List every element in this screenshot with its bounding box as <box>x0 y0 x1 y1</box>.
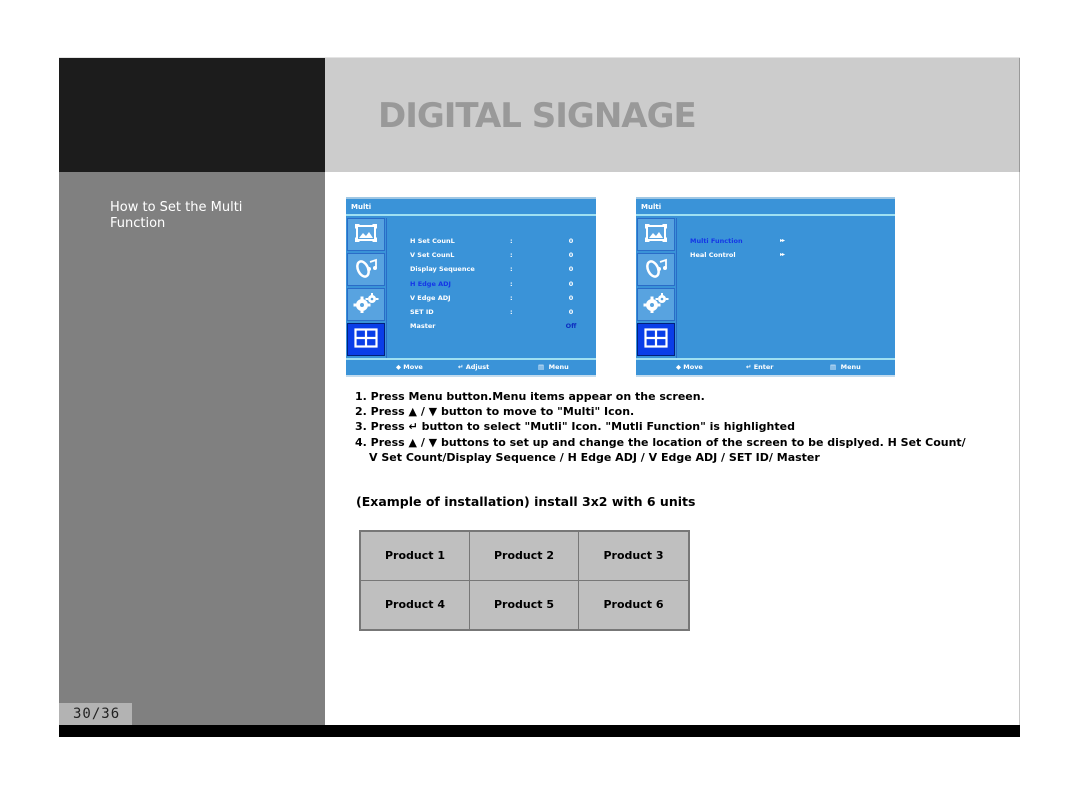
instructions-list: 1. Press Menu button.Menu items appear o… <box>355 389 966 465</box>
osd-item-label: SET ID <box>410 307 434 316</box>
submenu-arrow-icon: ▸▸ <box>780 251 785 259</box>
setup-gears-icon <box>643 292 669 317</box>
picture-icon <box>355 223 377 246</box>
instruction-step: 2. Press ▲ / ▼ button to move to "Multi"… <box>355 405 635 419</box>
osd-menu-item[interactable]: Master Off <box>410 319 586 333</box>
osd-header: Multi <box>636 199 895 216</box>
osd-item-separator: : <box>510 293 513 302</box>
sound-icon <box>644 258 668 282</box>
osd-menu-item[interactable]: V Set CounL: 0 <box>410 248 586 262</box>
move-hint: ◆ Move <box>396 363 423 371</box>
osd-multi-function: Multi Multi Function ▸▸ Heal Control ▸▸ ◆ M… <box>636 197 895 377</box>
bottom-bar <box>59 725 1020 737</box>
osd-menu-item[interactable]: SET ID: 0 <box>410 305 586 319</box>
osd-tab-sound[interactable] <box>347 253 385 286</box>
move-hint: ◆ Move <box>676 363 703 371</box>
osd-menu-item[interactable]: Display Sequence: 0 <box>410 262 586 276</box>
osd-icon-column <box>346 218 386 358</box>
osd-item-separator: : <box>510 237 513 245</box>
page-title: DIGITAL SIGNAGE <box>378 96 697 136</box>
product-cell: Product 3 <box>579 532 688 581</box>
osd-item-separator: : <box>510 307 513 316</box>
example-title: (Example of installation) install 3x2 wi… <box>356 494 696 509</box>
osd-item-label: V Set CounL <box>410 251 455 260</box>
product-cell: Product 5 <box>470 580 579 629</box>
osd-menu-item[interactable]: Multi Function ▸▸ <box>690 234 885 248</box>
osd-divider <box>676 218 677 359</box>
instruction-step: 1. Press Menu button.Menu items appear o… <box>355 390 705 403</box>
page-number: 30/36 <box>59 703 132 726</box>
osd-item-value: 0 <box>568 293 574 302</box>
osd-menu-rows: Multi Function ▸▸ Heal Control ▸▸ <box>690 234 885 262</box>
osd-item-label: Master <box>410 322 436 331</box>
osd-divider <box>386 218 387 359</box>
osd-item-value: 0 <box>568 237 574 245</box>
osd-tab-picture[interactable] <box>637 218 675 251</box>
osd-item-label: Display Sequence <box>410 265 475 274</box>
osd-item-value: Off <box>565 322 577 331</box>
osd-item-value: 0 <box>568 307 574 316</box>
osd-multi-settings: Multi H Set CounL:0 V Set CounL:0 Display … <box>346 197 596 377</box>
osd-item-label: Multi Function <box>690 237 743 245</box>
product-cell: Product 1 <box>361 532 470 581</box>
osd-tab-multi-grid[interactable] <box>347 323 385 356</box>
adjust-hint: ↵ Adjust <box>458 363 490 371</box>
osd-header: Multi <box>346 199 596 216</box>
picture-icon <box>645 223 667 246</box>
osd-footer: ◆ Move ↵ Adjust ▤ Menu <box>346 358 596 375</box>
sound-icon <box>354 258 378 282</box>
multi-grid-icon <box>354 327 378 352</box>
osd-item-value: 0 <box>568 251 574 260</box>
osd-item-separator: : <box>510 279 513 288</box>
osd-menu-item[interactable]: H Edge ADJ: 0 <box>410 277 586 291</box>
osd-menu-item[interactable]: Heal Control ▸▸ <box>690 248 885 262</box>
osd-footer: ◆ Move ↵ Enter ▤ Menu <box>636 358 895 375</box>
enter-hint: ↵ Enter <box>746 363 774 371</box>
osd-item-value: 0 <box>568 279 574 288</box>
product-grid: Product 1 Product 2 Product 3 Product 4 … <box>359 530 690 631</box>
submenu-arrow-icon: ▸▸ <box>780 237 785 244</box>
header-band: DIGITAL SIGNAGE <box>325 58 1020 172</box>
osd-item-separator: : <box>510 265 513 274</box>
sidebar: How to Set the Multi Function 30/36 <box>59 172 325 726</box>
instruction-step: 4. Press ▲ / ▼ buttons to set up and cha… <box>355 435 966 449</box>
osd-menu-item[interactable]: H Set CounL: 0 <box>410 234 586 248</box>
setup-gears-icon <box>353 292 379 317</box>
osd-tab-sound[interactable] <box>637 253 675 286</box>
osd-icon-column <box>636 218 676 358</box>
product-cell: Product 6 <box>603 598 664 612</box>
product-cell: Product 2 <box>470 532 579 581</box>
osd-item-label: Heal Control <box>690 251 736 260</box>
corner-black-block <box>59 58 325 172</box>
osd-item-label: H Edge ADJ <box>410 279 451 288</box>
osd-tab-setup-gears[interactable] <box>347 288 385 321</box>
right-edge-line <box>1019 172 1020 725</box>
menu-hint: ▤ Menu <box>830 363 861 371</box>
osd-item-separator: : <box>510 251 513 260</box>
section-title: How to Set the Multi Function <box>110 200 243 231</box>
instruction-step-continued: V Set Count/Display Sequence / H Edge AD… <box>369 450 820 464</box>
osd-menu-rows: H Set CounL:0 V Set CounL:0 Display Sequen… <box>410 234 586 333</box>
menu-hint: ▤ Menu <box>538 363 569 371</box>
osd-tab-multi-grid[interactable] <box>637 323 675 356</box>
osd-tab-picture[interactable] <box>347 218 385 251</box>
osd-item-value: 0 <box>568 265 574 274</box>
product-cell: Product 4 <box>361 580 470 629</box>
osd-tab-setup-gears[interactable] <box>637 288 675 321</box>
osd-menu-item[interactable]: V Edge ADJ: 0 <box>410 291 586 305</box>
instruction-step: 3. Press ↵ button to select "Mutli" Icon… <box>355 420 795 434</box>
osd-item-label: H Set CounL <box>410 237 455 245</box>
multi-grid-icon <box>644 327 668 352</box>
osd-item-label: V Edge ADJ <box>410 293 451 302</box>
